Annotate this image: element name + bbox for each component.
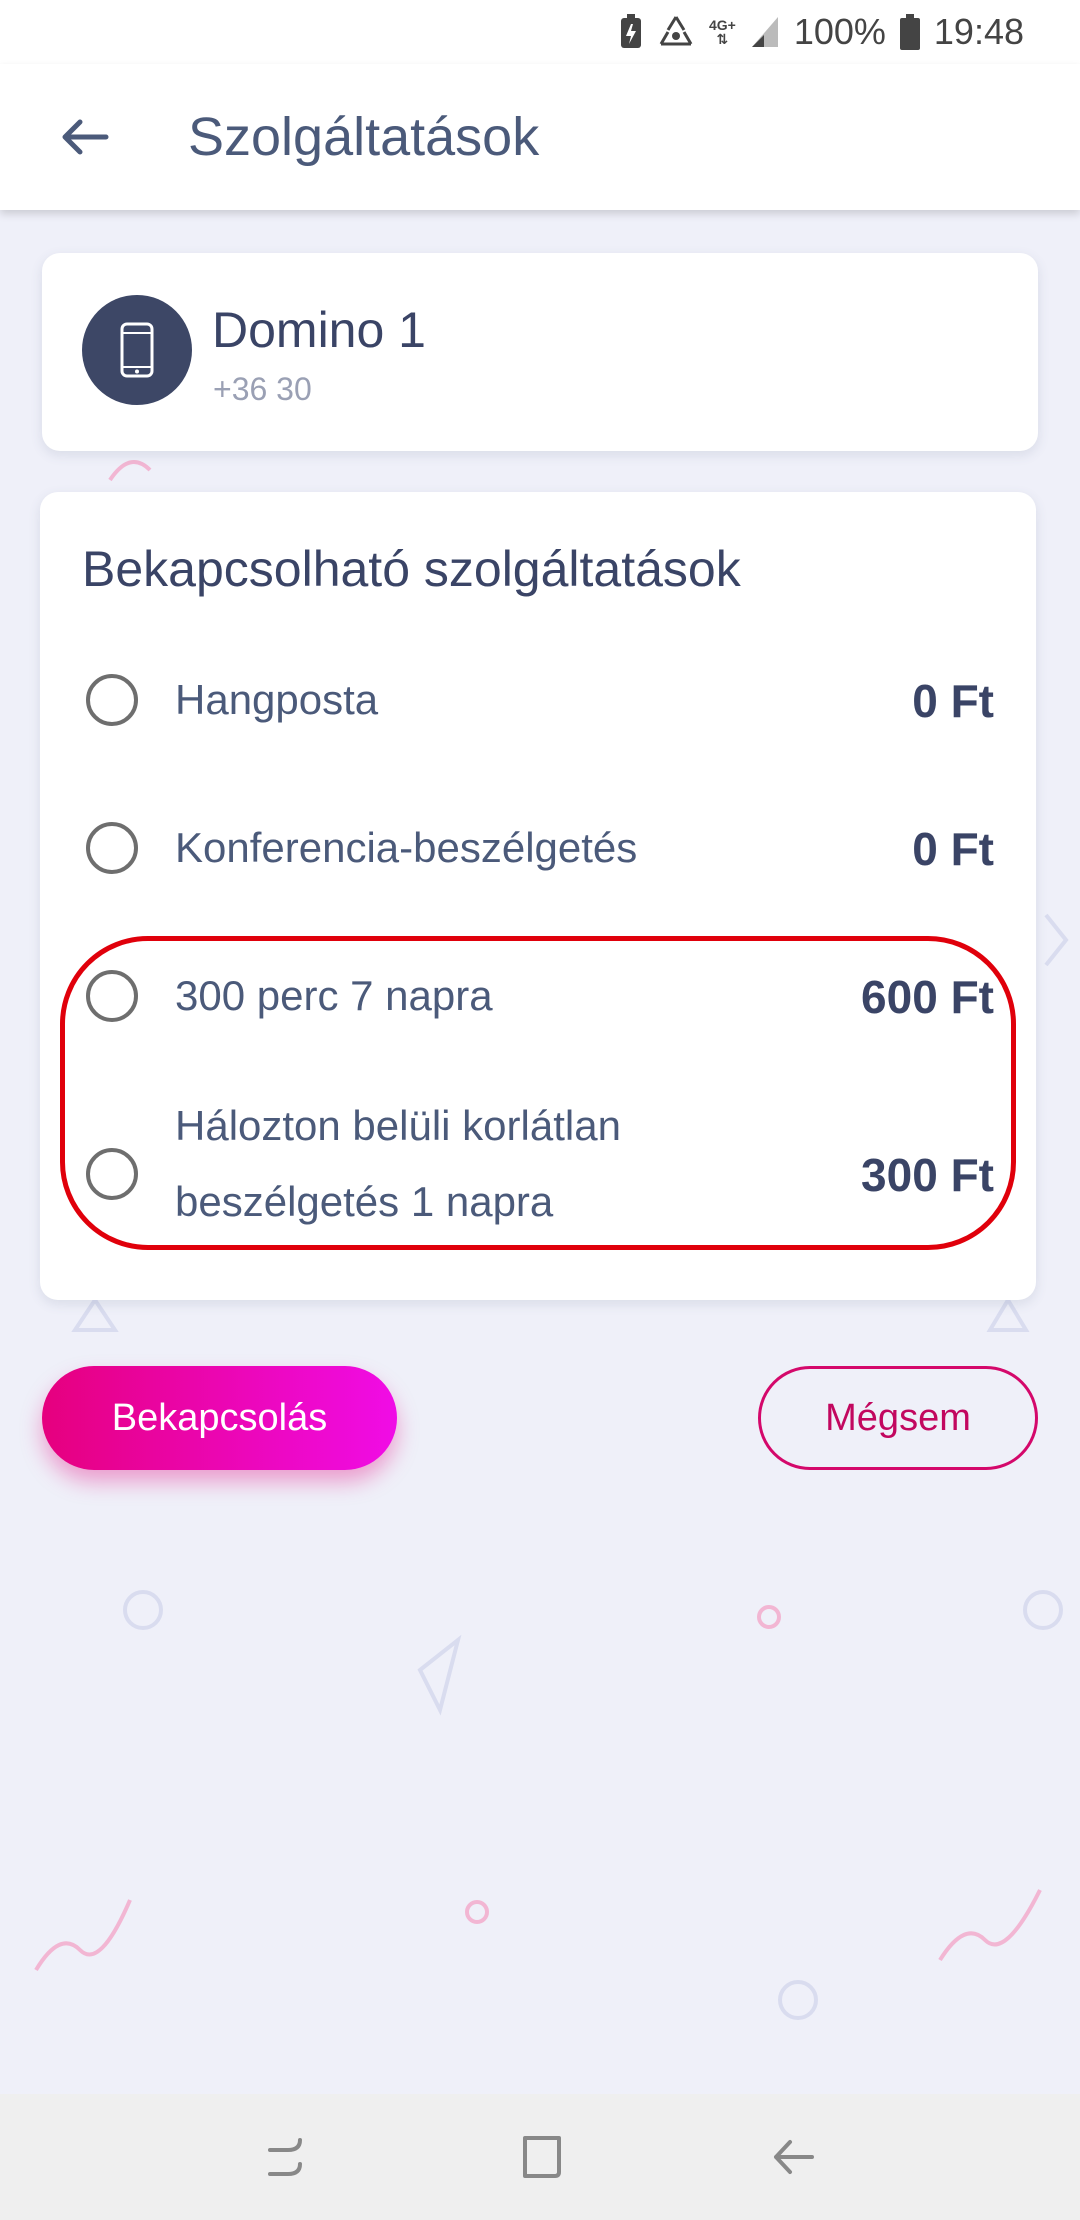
service-item-korlatlan[interactable]: Hálozton belüli korlátlan beszélgetés 1 … (40, 1088, 1036, 1268)
service-price: 300 Ft (861, 1149, 994, 1201)
device-phone: +36 30 (213, 371, 312, 407)
radio-button[interactable] (86, 1148, 138, 1200)
service-label: 300 perc 7 napra (175, 972, 493, 1019)
device-card[interactable]: Domino 1 +36 30 (42, 253, 1038, 451)
recycle-icon (657, 12, 695, 52)
battery-saver-icon (619, 12, 643, 52)
arrow-left-icon (62, 119, 109, 155)
battery-percent: 100% (793, 11, 886, 52)
back-button[interactable] (30, 82, 140, 192)
network-4g-icon: 4G+ ⇅ (708, 17, 736, 47)
signal-icon (750, 12, 780, 52)
radio-button[interactable] (86, 822, 138, 874)
services-title: Bekapcsolható szolgáltatások (82, 541, 741, 597)
service-label: Konferencia-beszélgetés (175, 824, 638, 871)
recent-apps-icon (267, 2138, 302, 2176)
status-bar: 4G+ ⇅ 100% 19:48 (0, 0, 1080, 64)
cancel-button[interactable]: Mégsem (758, 1366, 1038, 1470)
home-icon (522, 2136, 561, 2178)
service-label-line2: beszélgetés 1 napra (175, 1178, 554, 1225)
nav-bar (0, 2094, 1080, 2220)
page-title: Szolgáltatások (188, 107, 540, 167)
service-item-300-perc[interactable]: 300 perc 7 napra 600 Ft (40, 948, 1036, 1048)
service-price: 600 Ft (861, 971, 994, 1023)
service-price: 0 Ft (912, 675, 994, 727)
home-button[interactable] (495, 2112, 585, 2202)
radio-button[interactable] (86, 674, 138, 726)
back-icon (774, 2140, 815, 2174)
device-name: Domino 1 (212, 302, 426, 358)
service-label: Hangposta (175, 676, 379, 723)
service-label-line1: Hálozton belüli korlátlan (175, 1102, 621, 1149)
service-item-hangposta[interactable]: Hangposta 0 Ft (40, 652, 1036, 752)
app-bar: Szolgáltatások (0, 64, 1080, 210)
network-type-label: 4G+ (708, 17, 736, 33)
service-item-konferencia[interactable]: Konferencia-beszélgetés 0 Ft (40, 800, 1036, 900)
services-card: Bekapcsolható szolgáltatások Hangposta 0… (40, 492, 1036, 1300)
battery-icon (899, 12, 920, 52)
avatar (82, 295, 192, 405)
radio-button[interactable] (86, 970, 138, 1022)
smartphone-icon (120, 322, 154, 378)
service-price: 0 Ft (912, 823, 994, 875)
activate-button[interactable]: Bekapcsolás (42, 1366, 397, 1470)
status-time: 19:48 (933, 11, 1024, 52)
recent-apps-button[interactable] (242, 2112, 332, 2202)
back-nav-button[interactable] (748, 2112, 838, 2202)
